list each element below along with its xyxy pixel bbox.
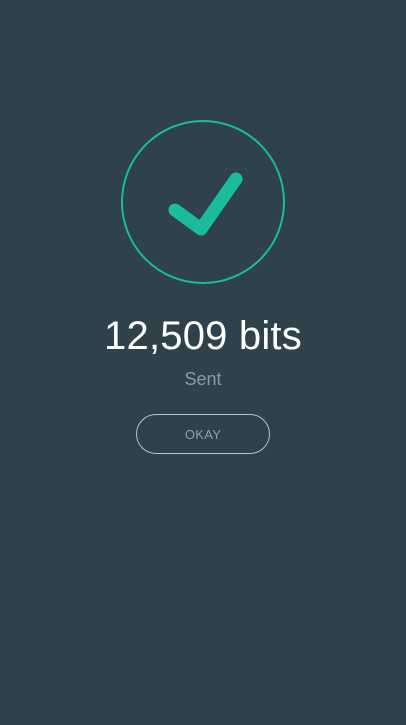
- success-circle: [121, 120, 285, 284]
- okay-button[interactable]: OKAY: [136, 414, 270, 454]
- check-icon: [168, 172, 243, 236]
- status-label: Sent: [184, 369, 222, 389]
- payment-sent-screen: 12,509 bits Sent OKAY: [0, 0, 406, 725]
- sent-amount: 12,509 bits: [104, 314, 302, 358]
